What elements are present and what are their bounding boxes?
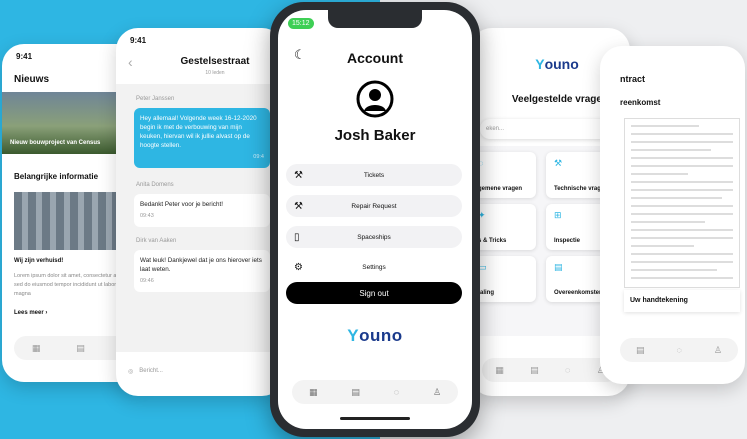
home-indicator [340, 417, 410, 420]
read-more-link[interactable]: Lees meer › [14, 310, 47, 316]
section-title: Belangrijke informatie [14, 172, 99, 181]
menu-item-settings[interactable]: ⚙ Settings [286, 256, 462, 278]
message-bubble: Bedankt Peter voor je bericht! 09:43 [134, 194, 270, 227]
newspaper-icon[interactable]: ▤ [636, 345, 645, 356]
chat-icon[interactable]: ◌ [394, 387, 399, 397]
message-bubble: Hey allemaal! Volgende week 16-12-2020 b… [134, 108, 270, 168]
menu-item-tickets[interactable]: ⚒ Tickets [286, 164, 462, 186]
menu-item-spaceships[interactable]: ▯ Spaceships [286, 226, 462, 248]
search-input[interactable]: eken... ⌕ [480, 119, 620, 139]
status-time: 9:41 [16, 52, 33, 61]
camera-icon[interactable]: ◎ [128, 368, 133, 375]
chat-icon[interactable]: ◌ [565, 365, 570, 375]
chat-subtitle: 10 leden [205, 70, 225, 76]
message-input[interactable]: ◎ Bericht... [128, 362, 278, 380]
document-icon: ▯ [294, 231, 300, 243]
grid-icon[interactable]: ▦ [309, 387, 318, 398]
chat-title: Gestelsestraat [180, 56, 250, 67]
user-name: Josh Baker [334, 127, 416, 144]
sender-name: Peter Janssen [136, 96, 175, 102]
sender-name: Anita Domens [136, 182, 174, 188]
logo: Youno [347, 326, 403, 345]
chat-icon[interactable]: ◌ [677, 345, 682, 355]
notch [328, 10, 422, 28]
hammer-icon: ⚒ [294, 169, 303, 181]
phone-frame: 15:12 ☾ Account Josh Baker ⚒ Tickets ⚒ R… [270, 2, 480, 437]
newspaper-icon[interactable]: ▤ [530, 365, 539, 376]
wrench-icon: ⚒ [554, 158, 563, 168]
contract-document[interactable] [624, 118, 740, 288]
sender-name: Dirk van Aaken [136, 238, 177, 244]
article-title: Wij zijn verhuisd! [14, 258, 64, 264]
avatar [356, 80, 394, 118]
message-bubble: Wat leuk! Dankjewel dat je ons hierover … [134, 250, 270, 292]
user-icon[interactable]: ♙ [714, 345, 722, 356]
signature-field[interactable]: Uw handtekening [624, 290, 740, 312]
phone-account: 15:12 ☾ Account Josh Baker ⚒ Tickets ⚒ R… [278, 10, 472, 429]
page-title: Nieuws [14, 74, 50, 85]
featured-caption: Nieuw bouwproject van Census [10, 140, 101, 146]
phone-chat: 9:41 ‹ Gestelsestraat 10 leden Peter Jan… [116, 28, 284, 396]
chat-area: Peter Janssen Hey allemaal! Volgende wee… [116, 84, 284, 352]
chevron-right-icon: › [45, 310, 48, 316]
bottom-nav: ▦ ▤ ◌ ♙ [482, 358, 618, 382]
status-time: 15:12 [288, 18, 314, 29]
gear-icon: ⚙ [294, 261, 303, 273]
newspaper-icon[interactable]: ▤ [351, 387, 360, 398]
hammer-icon: ⚒ [294, 200, 303, 212]
menu-item-repair-request[interactable]: ⚒ Repair Request [286, 195, 462, 217]
newspaper-icon[interactable]: ▤ [76, 343, 85, 354]
bottom-nav: ▦ ▤ ◌ ♙ [292, 380, 458, 404]
page-title: ntract [620, 74, 646, 84]
page-title: Account [347, 50, 403, 66]
status-time: 9:41 [130, 36, 147, 45]
inspect-icon: ⊞ [554, 210, 562, 220]
sign-out-button[interactable]: Sign out [286, 282, 462, 304]
grid-icon[interactable]: ▦ [495, 365, 504, 376]
section-title: reenkomst [620, 98, 661, 107]
phone-contract: ntract reenkomst Uw handtekening ▤ ◌ ♙ [600, 46, 745, 384]
grid-icon[interactable]: ▦ [32, 343, 41, 354]
bottom-nav: ▤ ◌ ♙ [620, 338, 738, 362]
contract-icon: ▤ [554, 262, 563, 272]
user-icon[interactable]: ♙ [433, 387, 441, 398]
